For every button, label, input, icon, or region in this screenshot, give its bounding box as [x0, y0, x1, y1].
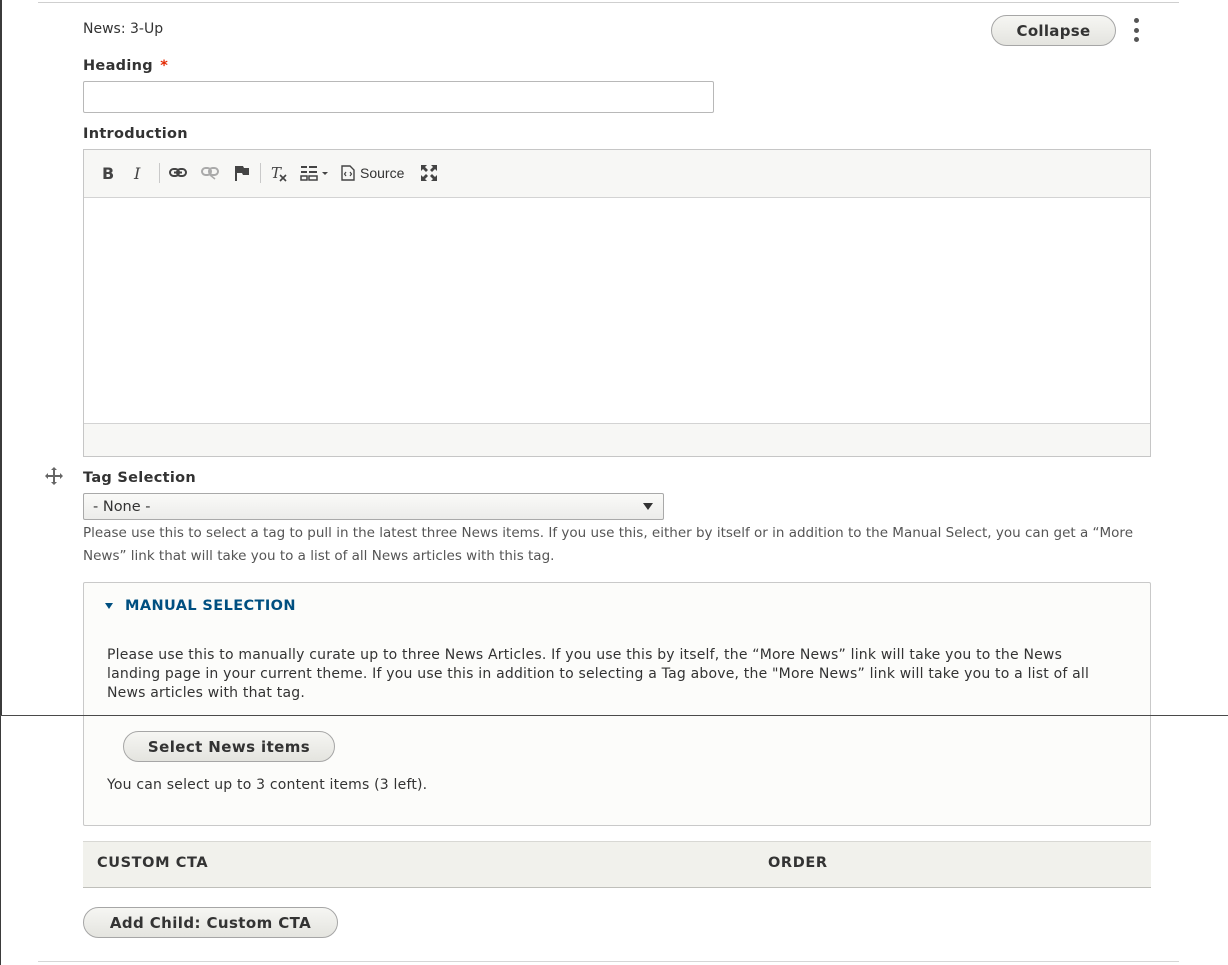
- select-news-items-button[interactable]: Select News items: [123, 731, 335, 762]
- bold-icon[interactable]: B: [102, 162, 114, 184]
- toolbar-separator: [260, 163, 261, 183]
- bottom-divider: [38, 961, 1179, 962]
- window-overlap-edge: [0, 715, 1228, 716]
- link-icon[interactable]: [169, 162, 187, 184]
- manual-selection-fieldset: MANUAL SELECTION Please use this to manu…: [83, 582, 1151, 826]
- editor-toolbar: B I T Source: [84, 150, 1150, 198]
- custom-cta-table-header: CUSTOM CTA ORDER: [83, 841, 1151, 888]
- tag-selection-label: Tag Selection: [83, 470, 196, 486]
- language-dropdown-icon[interactable]: [300, 162, 330, 184]
- introduction-editor: B I T Source: [83, 149, 1151, 457]
- more-actions-icon[interactable]: [1131, 18, 1141, 42]
- collapse-button[interactable]: Collapse: [991, 15, 1116, 46]
- window-left-edge: [0, 0, 2, 716]
- manual-selection-toggle[interactable]: MANUAL SELECTION: [105, 598, 296, 614]
- top-divider: [38, 2, 1179, 3]
- maximize-icon[interactable]: [420, 162, 438, 184]
- required-marker: *: [160, 58, 169, 74]
- remove-format-icon[interactable]: T: [270, 162, 288, 184]
- chevron-down-icon: [643, 503, 653, 510]
- drag-handle-icon[interactable]: [45, 467, 63, 485]
- column-header-custom-cta: CUSTOM CTA: [97, 855, 209, 871]
- manual-selection-description: Please use this to manually curate up to…: [107, 647, 1090, 701]
- editor-content-area[interactable]: [84, 197, 1150, 425]
- triangle-down-icon: [105, 603, 113, 609]
- source-label: Source: [360, 165, 405, 181]
- window-left-edge-lower: [0, 716, 1, 965]
- tag-selection-description: Please use this to select a tag to pull …: [83, 525, 1133, 564]
- unlink-icon[interactable]: [201, 162, 219, 184]
- editor-status-bar: [84, 423, 1150, 456]
- tag-selection-value: - None -: [93, 498, 151, 515]
- introduction-label: Introduction: [83, 126, 188, 142]
- heading-input[interactable]: [83, 81, 714, 113]
- heading-label: Heading *: [83, 58, 169, 74]
- anchor-flag-icon[interactable]: [233, 162, 251, 184]
- italic-icon[interactable]: I: [134, 162, 140, 184]
- column-header-order: ORDER: [768, 855, 828, 871]
- manual-selection-title: MANUAL SELECTION: [125, 598, 296, 614]
- toolbar-separator: [159, 163, 160, 183]
- paragraph-type-label: News: 3-Up: [83, 21, 164, 37]
- tag-selection-dropdown[interactable]: - None -: [83, 493, 664, 520]
- selection-limit-text: You can select up to 3 content items (3 …: [107, 777, 428, 793]
- source-button[interactable]: Source: [341, 162, 404, 184]
- add-child-custom-cta-button[interactable]: Add Child: Custom CTA: [83, 907, 338, 938]
- svg-text:T: T: [271, 164, 282, 182]
